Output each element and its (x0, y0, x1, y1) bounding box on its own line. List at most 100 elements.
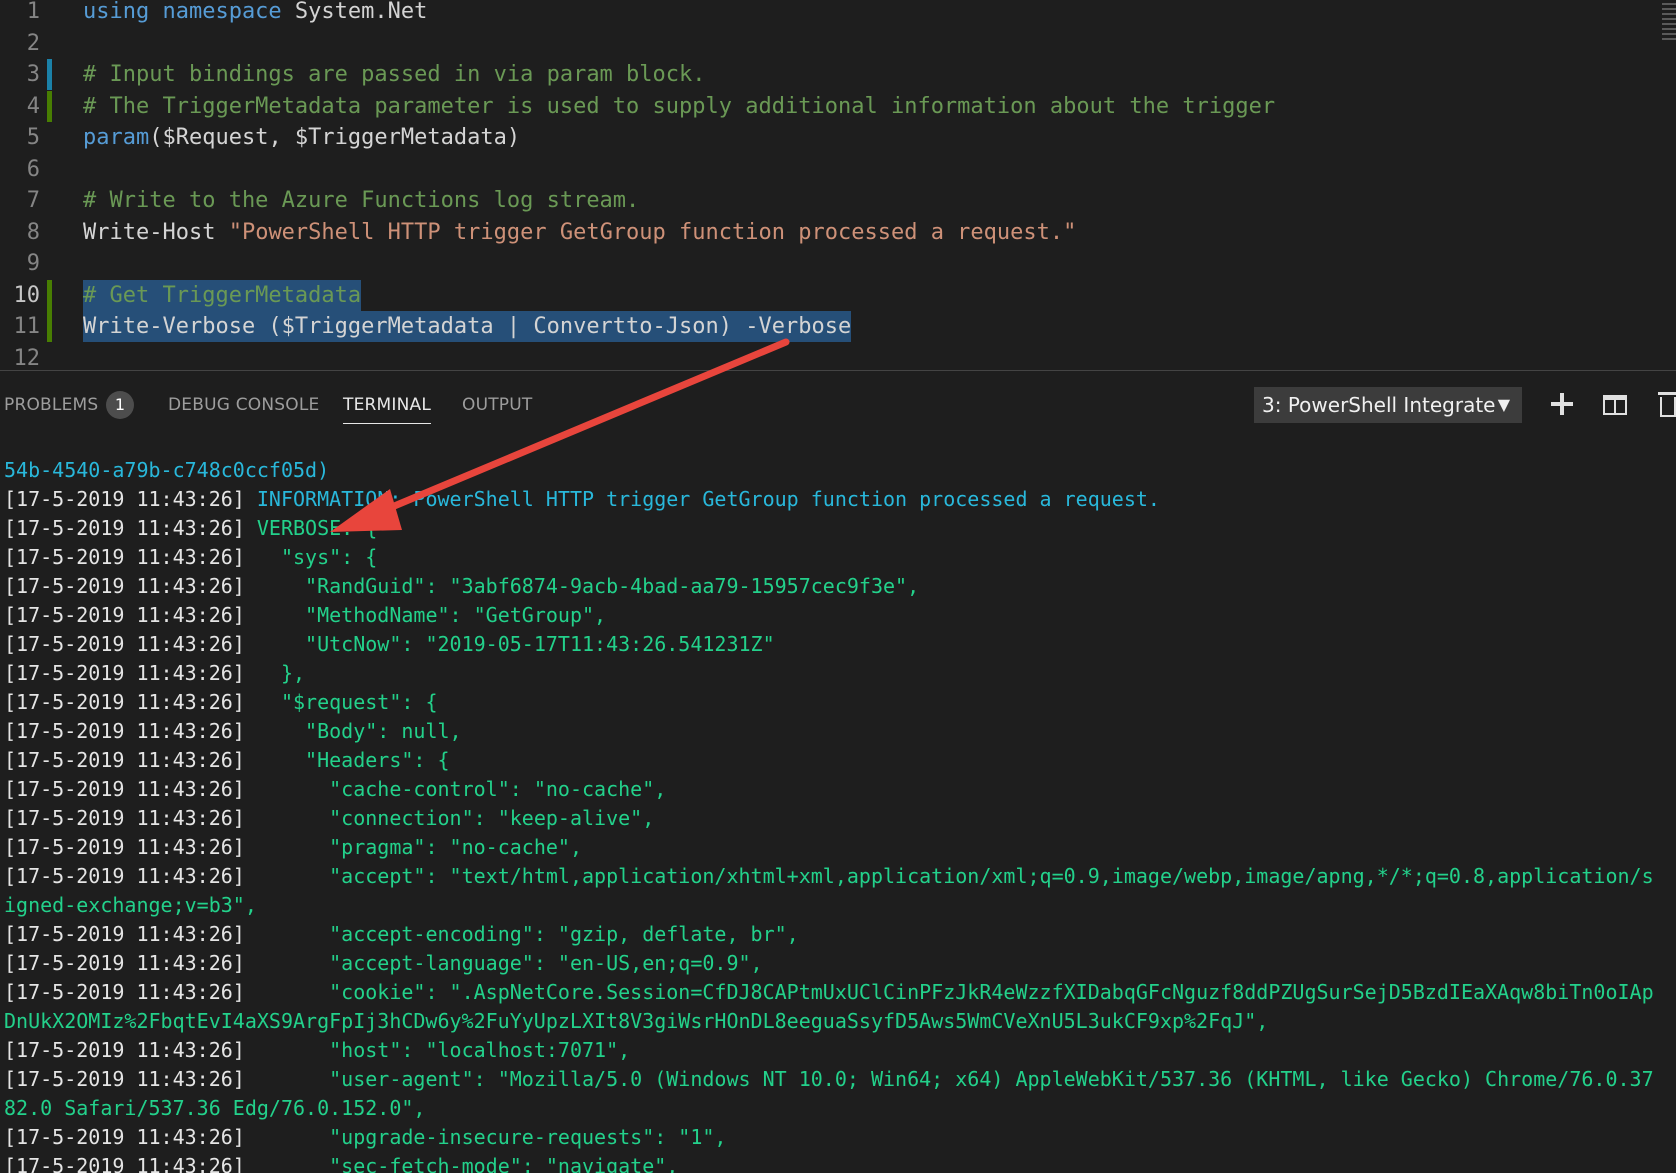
line-number: 1 (26, 0, 40, 24)
log-message: "upgrade-insecure-requests": "1", (256, 1125, 727, 1149)
code-token: "PowerShell HTTP trigger GetGroup functi… (228, 219, 1077, 245)
line-number: 8 (26, 219, 40, 245)
log-message: "RandGuid": "3abf6874-9acb-4bad-aa79-159… (256, 574, 920, 598)
log-timestamp: [17-5-2019 11:43:26] (4, 661, 257, 685)
log-message: "accept": "text/html,application/xhtml+x… (256, 864, 1654, 888)
line-number: 3 (26, 62, 40, 87)
code-token: Write-Host (83, 219, 229, 245)
new-terminal-plus-icon[interactable] (1550, 391, 1574, 419)
minimap[interactable] (1662, 0, 1676, 80)
log-message: "$request": { (256, 690, 438, 714)
line-number: 2 (26, 30, 40, 56)
terminal-line: 82.0 Safari/537.36 Edg/76.0.152.0", (0, 1094, 1676, 1123)
log-message: "cache-control": "no-cache", (256, 777, 667, 801)
terminal-line: [17-5-2019 11:43:26] "Headers": { (0, 746, 1676, 775)
terminal-line: [17-5-2019 11:43:26] "accept-language": … (0, 949, 1676, 978)
log-message: "sec-fetch-mode": "navigate", (256, 1154, 679, 1173)
terminal-line: [17-5-2019 11:43:26] "user-agent": "Mozi… (0, 1065, 1676, 1094)
split-terminal-icon[interactable] (1603, 395, 1627, 415)
log-timestamp: [17-5-2019 11:43:26] (4, 777, 257, 801)
log-timestamp: [17-5-2019 11:43:26] (4, 719, 257, 743)
code-line[interactable]: 9 (0, 248, 1676, 279)
tab-debug-console[interactable]: DEBUG CONSOLE (168, 395, 319, 415)
code-line[interactable]: 7 # Write to the Azure Functions log stre… (0, 185, 1676, 216)
log-timestamp: [17-5-2019 11:43:26] (4, 487, 257, 511)
code-line[interactable]: 2 (0, 28, 1676, 59)
log-message: 82.0 Safari/537.36 Edg/76.0.152.0", (4, 1096, 426, 1120)
code-text: param($Request, $TriggerMetadata) (83, 122, 520, 153)
log-timestamp: [17-5-2019 11:43:26] (4, 1125, 257, 1149)
code-line[interactable]: 10 # Get TriggerMetadata (0, 279, 1676, 311)
code-text: # Get TriggerMetadata (83, 279, 362, 311)
terminal-line: [17-5-2019 11:43:26] INFORMATION: PowerS… (0, 485, 1676, 514)
tab-output[interactable]: OUTPUT (462, 395, 533, 415)
log-timestamp: [17-5-2019 11:43:26] (4, 632, 257, 656)
terminal-line: [17-5-2019 11:43:26] "$request": { (0, 688, 1676, 717)
code-line[interactable]: 8 Write-Host "PowerShell HTTP trigger Get… (0, 217, 1676, 248)
code-text: # Input bindings are passed in via param… (83, 59, 706, 90)
code-line[interactable]: 1 using namespace System.Net (0, 0, 1676, 27)
gutter-change-marker (47, 279, 52, 311)
terminal-line: [17-5-2019 11:43:26] "sys": { (0, 543, 1676, 572)
line-number: 11 (13, 314, 41, 339)
tab-problems[interactable]: PROBLEMS (4, 395, 98, 415)
log-timestamp: [17-5-2019 11:43:26] (4, 603, 257, 627)
code-line[interactable]: 3 # Input bindings are passed in via para… (0, 59, 1676, 90)
log-message: "Body": null, (256, 719, 462, 743)
kill-terminal-trash-icon[interactable] (1658, 392, 1676, 417)
terminal-line: [17-5-2019 11:43:26] "cookie": ".AspNetC… (0, 978, 1676, 1007)
terminal-line: [17-5-2019 11:43:26] "Body": null, (0, 717, 1676, 746)
gutter-change-marker (47, 59, 52, 90)
log-message: "host": "localhost:7071", (256, 1038, 631, 1062)
log-message: "cookie": ".AspNetCore.Session=CfDJ8CAPt… (256, 980, 1654, 1004)
tab-terminal[interactable]: TERMINAL (343, 395, 432, 424)
chevron-down-icon: ▼ (1497, 395, 1510, 414)
terminal-select-dropdown[interactable]: 3: PowerShell Integrate ▼ (1254, 387, 1522, 423)
code-token: param (83, 125, 150, 150)
terminal-line: [17-5-2019 11:43:26] "upgrade-insecure-r… (0, 1123, 1676, 1152)
code-text: # The TriggerMetadata parameter is used … (83, 91, 1275, 122)
terminal-line: [17-5-2019 11:43:26] VERBOSE: { (0, 514, 1676, 543)
log-timestamp: [17-5-2019 11:43:26] (4, 1154, 257, 1173)
line-number: 7 (26, 188, 40, 213)
log-timestamp: [17-5-2019 11:43:26] (4, 864, 257, 888)
log-message: "accept-language": "en-US,en;q=0.9", (256, 951, 763, 975)
code-line[interactable]: 12 (0, 343, 1676, 371)
log-message: "user-agent": "Mozilla/5.0 (Windows NT 1… (256, 1067, 1654, 1091)
terminal-line: [17-5-2019 11:43:26] "accept-encoding": … (0, 920, 1676, 949)
log-message: "Headers": { (256, 748, 450, 772)
log-message: "pragma": "no-cache", (256, 835, 582, 859)
code-line[interactable]: 5 param($Request, $TriggerMetadata) (0, 122, 1676, 153)
code-token: Write-Verbose ($TriggerMetadata | Conver… (83, 314, 852, 339)
line-number: 4 (26, 93, 40, 119)
log-timestamp: [17-5-2019 11:43:26] (4, 574, 257, 598)
terminal-line: [17-5-2019 11:43:26] "accept": "text/htm… (0, 862, 1676, 891)
log-message: "MethodName": "GetGroup", (256, 603, 607, 627)
log-message: "sys": { (256, 545, 378, 569)
log-message: "connection": "keep-alive", (256, 806, 655, 830)
line-number: 9 (26, 251, 40, 276)
code-line[interactable]: 6 (0, 154, 1676, 185)
code-line[interactable]: 4 # The TriggerMetadata parameter is used… (0, 91, 1676, 122)
code-text: Write-Verbose ($TriggerMetadata | Conver… (83, 311, 852, 342)
terminal-select-value: 3: PowerShell Integrate (1262, 393, 1496, 417)
log-timestamp: [17-5-2019 11:43:26] (4, 1038, 257, 1062)
log-message: "accept-encoding": "gzip, deflate, br", (256, 922, 799, 946)
code-editor[interactable]: 1 using namespace System.Net 2 3 # Input bin… (0, 0, 1676, 370)
log-timestamp: [17-5-2019 11:43:26] (4, 806, 257, 830)
log-timestamp: [17-5-2019 11:43:26] (4, 690, 257, 714)
code-text: # Write to the Azure Functions log strea… (83, 185, 639, 216)
code-line[interactable]: 11 Write-Verbose ($TriggerMetadata | Conv… (0, 311, 1676, 342)
gutter-change-marker (47, 311, 52, 342)
terminal-line: 54b-4540-a79b-c748c0ccf05d) (0, 456, 1676, 485)
log-timestamp: [17-5-2019 11:43:26] (4, 980, 257, 1004)
code-token: ($Request, $TriggerMetadata) (149, 125, 521, 150)
terminal-line: [17-5-2019 11:43:26] "MethodName": "GetG… (0, 601, 1676, 630)
log-message: }, (256, 661, 306, 685)
log-timestamp: [17-5-2019 11:43:26] (4, 1067, 257, 1091)
terminal-line: [17-5-2019 11:43:26] "cache-control": "n… (0, 775, 1676, 804)
log-timestamp: [17-5-2019 11:43:26] (4, 748, 257, 772)
terminal-line: [17-5-2019 11:43:26] "sec-fetch-mode": "… (0, 1152, 1676, 1173)
log-message: 54b-4540-a79b-c748c0ccf05d) (4, 458, 330, 482)
terminal-output[interactable]: 54b-4540-a79b-c748c0ccf05d) [17-5-2019 11… (0, 456, 1676, 1173)
